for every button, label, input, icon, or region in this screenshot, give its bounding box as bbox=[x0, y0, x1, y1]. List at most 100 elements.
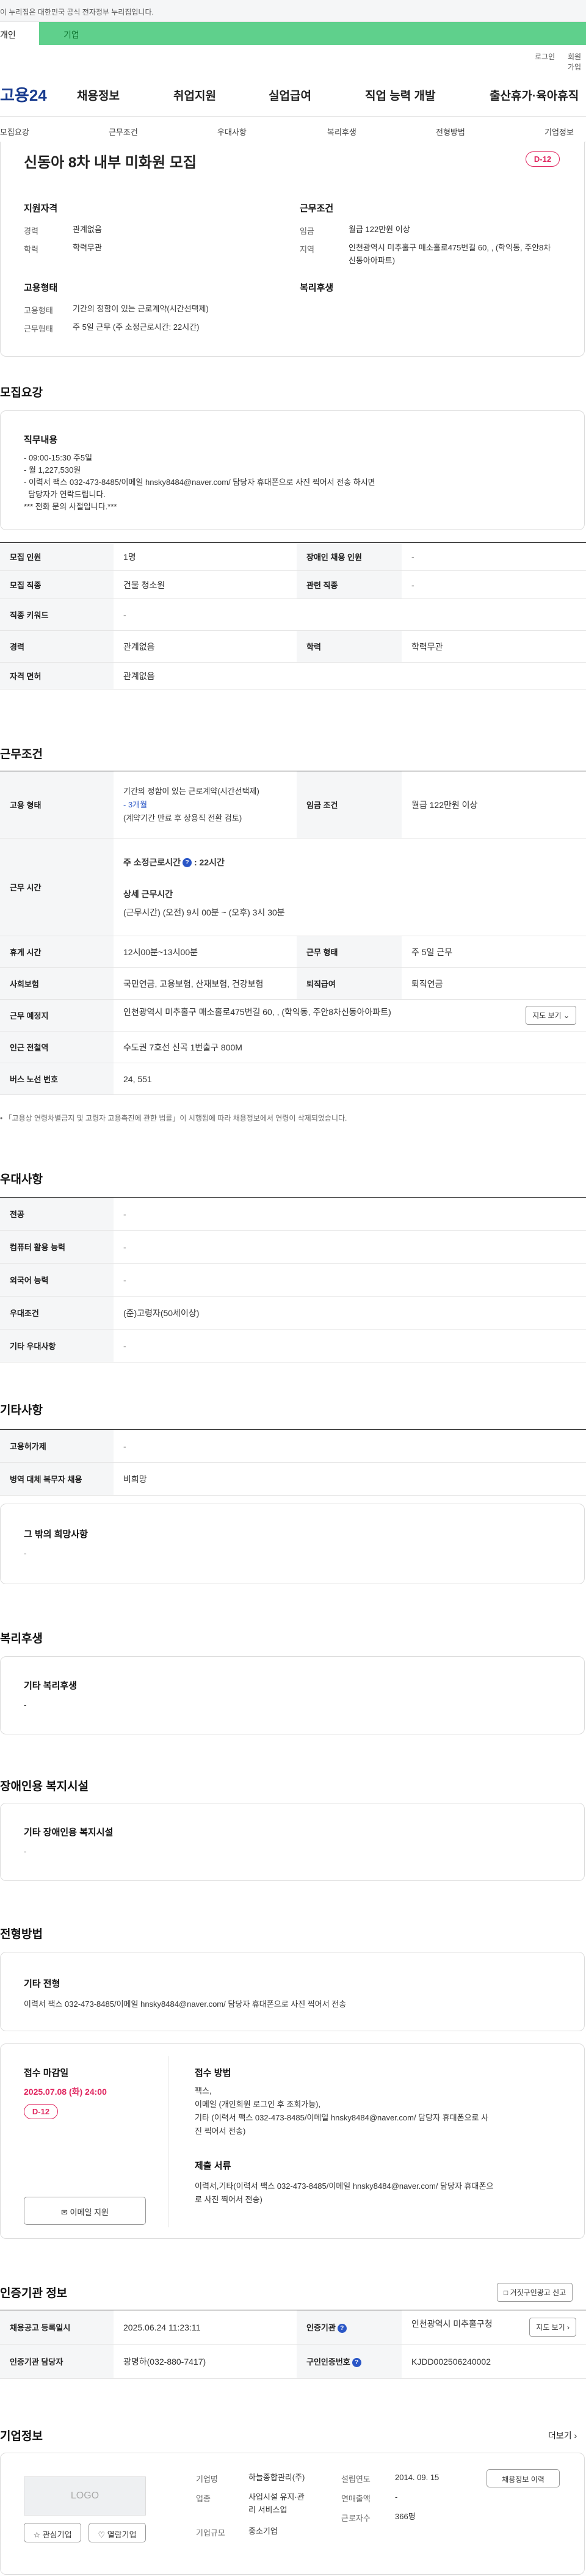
lnb-conditions[interactable]: 근무조건 bbox=[109, 126, 138, 137]
age-law-note: • 「고용상 연령차별금지 및 고령자 고용촉진에 관한 법률」이 시행됨에 따… bbox=[0, 1114, 347, 1122]
cell-value: - bbox=[402, 542, 586, 571]
hours-detail-heading: 상세 근무시간 bbox=[123, 889, 173, 899]
employ-form-value: 주 5일 근무 (주 소정근로시간: 22시간) bbox=[73, 322, 200, 332]
cell-label: 인증기관 담당자 bbox=[0, 2344, 114, 2379]
table-row: 모집 직종 건물 청소원 관련 직종 - bbox=[0, 570, 586, 599]
welfare-card-heading: 기타 복리후생 bbox=[24, 1681, 77, 1691]
table-row: 전공 - bbox=[0, 1197, 586, 1231]
qual-edu-value: 학력무관 bbox=[73, 243, 102, 252]
chevron-right-icon: › bbox=[574, 2431, 577, 2440]
table-row: 직종 키워드 - bbox=[0, 599, 586, 631]
tab-company[interactable]: 기업 bbox=[39, 22, 112, 45]
company-size-label: 기업규모 bbox=[196, 2528, 225, 2538]
company-logo: LOGO bbox=[24, 2476, 146, 2516]
gnb-employment-support[interactable]: 취업지원 bbox=[173, 87, 216, 103]
welfare-heading: 복리후생 bbox=[300, 283, 334, 293]
help-icon[interactable]: ? bbox=[352, 2358, 361, 2368]
login-link[interactable]: 로그인 bbox=[535, 51, 555, 62]
cell-value: 광명하(032-880-7417) bbox=[114, 2344, 297, 2379]
method-line: 팩스, bbox=[195, 2086, 212, 2095]
work-area-label: 지역 bbox=[300, 245, 314, 254]
cell-value: - bbox=[114, 1230, 586, 1264]
work-wage-label: 임금 bbox=[300, 227, 314, 236]
docs-line: 로 사진 찍어서 전송) bbox=[195, 2195, 262, 2204]
etc-heading: 기타사항 bbox=[0, 1404, 43, 1417]
gnb-parental-leave[interactable]: 출산휴가·육아휴직 bbox=[490, 87, 579, 103]
email-apply-button[interactable]: ✉ 이메일 지원 bbox=[24, 2197, 146, 2225]
pref-table: 전공 - 컴퓨터 활용 능력 - 외국어 능력 - 우대조건 (준)고령자(50세이상)… bbox=[0, 1197, 586, 1363]
employ-type-value: 기간의 정함이 있는 근로계약(시간선택제) bbox=[73, 304, 209, 313]
deadline-value: 2025.07.08 (화) 24:00 bbox=[24, 2087, 107, 2097]
false-ad-report-button[interactable]: □ 거짓구인광고 신고 bbox=[497, 2283, 573, 2302]
lnb-company[interactable]: 기업정보 bbox=[544, 126, 574, 137]
employ-type: 기간의 정함이 있는 근로계약(시간선택제) bbox=[123, 786, 259, 796]
company-name-value: 하늘종합관리(주) bbox=[248, 2473, 305, 2482]
duty-line: *** 전화 문의 사절입니다.*** bbox=[24, 502, 117, 511]
cell-value: 월급 122만원 이상 bbox=[402, 771, 586, 839]
cell-label: 병역 대체 복무자 채용 bbox=[0, 1462, 114, 1496]
table-row: 외국어 능력 - bbox=[0, 1263, 586, 1297]
hope-card: 그 밖의 희망사항 - bbox=[0, 1504, 585, 1584]
duty-line: - 월 1,227,530원 bbox=[24, 465, 81, 475]
gnb-jobs[interactable]: 채용정보 bbox=[77, 87, 120, 103]
lnb-recruit[interactable]: 모집요강 bbox=[0, 126, 29, 137]
cell-value: 주 소정근로시간? : 22시간 상세 근무시간 (근무시간) (오전) 9시 … bbox=[114, 838, 586, 936]
gnb-unemployment[interactable]: 실업급여 bbox=[269, 87, 311, 103]
agency-table: 채용공고 등록일시 2025.06.24 11:23:11 인증기관? 인천광역… bbox=[0, 2310, 586, 2379]
employ-heading: 고용형태 bbox=[24, 283, 58, 293]
site-logo[interactable]: 고용24 bbox=[0, 83, 47, 106]
welfare-card-value: - bbox=[24, 1700, 27, 1709]
apply-card: 접수 마감일 2025.07.08 (화) 24:00 D-12 ✉ 이메일 지… bbox=[0, 2043, 585, 2239]
cell-value: - bbox=[114, 1429, 586, 1463]
cell-value: - bbox=[114, 1329, 586, 1363]
cell-label: 자격 면허 bbox=[0, 662, 114, 689]
cell-value: 24, 551 bbox=[114, 1063, 586, 1095]
company-industry-label: 업종 bbox=[196, 2494, 211, 2503]
cell-value: 인천광역시 미추홀구청 지도 보기 › bbox=[402, 2310, 586, 2345]
recruit-history-button[interactable]: 채용정보 이력 bbox=[487, 2469, 560, 2487]
header-divider bbox=[0, 116, 586, 117]
heart-icon: ♡ bbox=[98, 2530, 106, 2539]
cell-value: - bbox=[114, 1197, 586, 1231]
help-icon[interactable]: ? bbox=[183, 858, 192, 868]
map-view-button[interactable]: 지도 보기 ⌄ bbox=[526, 1006, 576, 1025]
disabled-fac-heading: 장애인용 복지시설 bbox=[0, 1780, 89, 1793]
selection-etc-card: 기타 전형 이력서 팩스 032-473-8485/이메일 hnsky8484@… bbox=[0, 1952, 585, 2031]
cell-value: (준)고령자(50세이상) bbox=[114, 1296, 586, 1330]
lnb-welfare[interactable]: 복리후생 bbox=[327, 126, 356, 137]
join-link[interactable]: 회원가입 bbox=[568, 51, 586, 72]
agency-map-button[interactable]: 지도 보기 › bbox=[529, 2318, 576, 2337]
viewed-company-button[interactable]: ♡ 열람기업 bbox=[89, 2523, 146, 2542]
help-icon[interactable]: ? bbox=[337, 2324, 347, 2334]
gnb-training[interactable]: 직업 능력 개발 bbox=[365, 87, 435, 103]
company-emp-label: 근로자수 bbox=[341, 2514, 371, 2523]
duty-heading: 직무내용 bbox=[24, 435, 58, 445]
company-industry-value: 사업시설 유지·관 bbox=[248, 2492, 305, 2501]
cell-value: 2025.06.24 11:23:11 bbox=[114, 2310, 297, 2345]
docs-heading: 제출 서류 bbox=[195, 2161, 231, 2171]
table-row: 근무 시간 주 소정근로시간? : 22시간 상세 근무시간 (근무시간) (오… bbox=[0, 838, 586, 936]
favorite-company-button[interactable]: ☆ 관심기업 bbox=[24, 2523, 81, 2542]
summary-card: 신동아 8차 내부 미화원 모집 D-12 지원자격 경력 관계없음 학력 학력… bbox=[0, 142, 585, 357]
cell-label: 근무 예정지 bbox=[0, 999, 114, 1031]
duty-line: - 09:00-15:30 주5일 bbox=[24, 453, 93, 462]
duty-line: - 이력서 팩스 032-473-8485/이메일 hnsky8484@nave… bbox=[24, 478, 375, 487]
cell-label: 전공 bbox=[0, 1197, 114, 1231]
cell-label: 컴퓨터 활용 능력 bbox=[0, 1230, 114, 1264]
company-more-link[interactable]: 더보기 › bbox=[548, 2429, 577, 2442]
method-line: 기타 (이력서 팩스 032-473-8485/이메일 hnsky8484@na… bbox=[195, 2113, 489, 2122]
hours-total: 주 소정근로시간? : 22시간 bbox=[123, 857, 225, 868]
lnb-selection[interactable]: 전형방법 bbox=[436, 126, 465, 137]
cell-value: 관계없음 bbox=[114, 630, 297, 663]
lnb-preference[interactable]: 우대사항 bbox=[217, 126, 247, 137]
conditions-table: 고용 형태 기간의 정함이 있는 근로계약(시간선택제) - 3개월 (계약기간… bbox=[0, 771, 586, 1095]
employ-form-label: 근무형태 bbox=[24, 324, 53, 333]
work-heading: 근무조건 bbox=[300, 203, 334, 214]
document-icon: □ bbox=[504, 2288, 508, 2297]
tab-personal[interactable]: 개인 bbox=[0, 22, 39, 45]
table-row: 인근 전철역 수도권 7호선 신곡 1번출구 800M bbox=[0, 1031, 586, 1063]
cell-label: 임금 조건 bbox=[297, 771, 402, 839]
table-row: 병역 대체 복무자 채용 비희망 bbox=[0, 1462, 586, 1496]
employ-note: (계약기간 만료 후 상용직 전환 검토) bbox=[123, 813, 242, 823]
employ-period: - 3개월 bbox=[123, 799, 148, 809]
